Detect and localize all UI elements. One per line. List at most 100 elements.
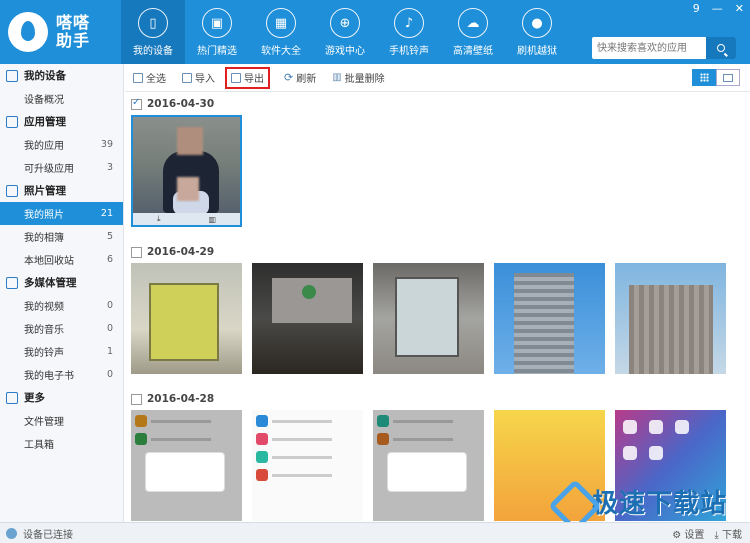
photo-toolbar: 全选 导入 导出 ⟳ 刷新 ▥ 批量删除: [125, 64, 750, 92]
nav-games[interactable]: ⊕ 游戏中心: [313, 0, 377, 64]
bell-icon: ♪: [394, 8, 424, 38]
nav-featured[interactable]: ▣ 热门精选: [185, 0, 249, 64]
sidebar-item-upgradable-apps[interactable]: 可升级应用 3: [0, 156, 123, 179]
notification-badge[interactable]: 9: [693, 2, 700, 15]
date-group-header: 2016-04-28: [125, 388, 738, 410]
watermark-logo-icon: [552, 483, 588, 519]
nav-my-device[interactable]: ▯ 我的设备: [121, 0, 185, 64]
watermark-text: 极速下载站: [592, 488, 728, 519]
search-icon: [717, 44, 725, 52]
nav-label: 软件大全: [261, 46, 301, 57]
photo-thumbnail[interactable]: ⤓ ▥: [131, 115, 242, 227]
apple-icon: ●: [522, 8, 552, 38]
nav-label: 手机铃声: [389, 46, 429, 57]
apps-icon: [6, 115, 18, 128]
status-bar: 设备已连接 ⚙ 设置 ⤓ 下载: [0, 522, 750, 543]
photo-content: 2016-04-30 ⤓ ▥ 2016-04-29 2016-04-28: [125, 93, 738, 522]
grid-icon: [699, 73, 709, 82]
sidebar-section-photos[interactable]: 照片管理: [0, 179, 123, 202]
grid-view-button[interactable]: [692, 69, 716, 86]
sidebar-item-my-photos[interactable]: 我的照片 21: [0, 202, 123, 225]
sidebar-item-my-ebooks[interactable]: 我的电子书 0: [0, 363, 123, 386]
photo-thumbnail[interactable]: [252, 410, 363, 521]
connection-icon: [6, 527, 17, 539]
export-button[interactable]: 导出: [225, 66, 270, 89]
photo-thumbnail[interactable]: [494, 263, 605, 374]
sidebar-item-my-music[interactable]: 我的音乐 0: [0, 317, 123, 340]
minimize-button[interactable]: —: [712, 2, 723, 15]
nav-jailbreak[interactable]: ● 刷机越狱: [505, 0, 569, 64]
window-controls: 9 — ✕: [693, 2, 744, 15]
sidebar-section-device[interactable]: 我的设备: [0, 64, 123, 87]
export-icon: [231, 72, 241, 83]
search-button[interactable]: [706, 37, 736, 59]
stack-icon: [723, 73, 733, 82]
download-icon: ⤓: [714, 529, 719, 541]
sidebar-item-my-ringtones[interactable]: 我的铃声 1: [0, 340, 123, 363]
checkbox-icon: [133, 72, 143, 83]
wallpaper-icon: ☁: [458, 8, 488, 38]
gamepad-icon: ⊕: [330, 8, 360, 38]
droplet-icon: [8, 12, 48, 52]
phone-icon: [6, 69, 18, 82]
sidebar-item-toolbox[interactable]: 工具箱: [0, 432, 123, 455]
settings-button[interactable]: ⚙ 设置: [672, 526, 704, 541]
search-input[interactable]: [592, 37, 706, 59]
app-name: 嗒嗒助手: [56, 13, 91, 50]
thumbnail-actions: ⤓ ▥: [133, 213, 240, 225]
view-toggle: [692, 69, 740, 86]
download-icon[interactable]: ⤓: [157, 214, 161, 224]
app-header: 嗒嗒助手 ▯ 我的设备 ▣ 热门精选 ▦ 软件大全 ⊕ 游戏中心 ♪ 手机铃声 …: [0, 0, 750, 64]
sidebar-section-apps[interactable]: 应用管理: [0, 110, 123, 133]
sidebar-item-my-albums[interactable]: 我的相簿 5: [0, 225, 123, 248]
nav-label: 游戏中心: [325, 46, 365, 57]
list-icon: [6, 391, 18, 404]
trash-icon: ▥: [332, 72, 342, 83]
batch-delete-button[interactable]: ▥ 批量删除: [330, 68, 386, 88]
photo-thumbnail[interactable]: [131, 410, 242, 521]
photo-row: ⤓ ▥: [125, 115, 738, 227]
group-checkbox[interactable]: [131, 246, 142, 258]
refresh-button[interactable]: ⟳ 刷新: [282, 68, 318, 88]
media-icon: [6, 276, 18, 289]
sidebar-item-file-manager[interactable]: 文件管理: [0, 409, 123, 432]
date-group-header: 2016-04-29: [125, 241, 738, 263]
import-icon: [182, 72, 192, 83]
watermark: 极速下载站: [552, 481, 742, 521]
import-button[interactable]: 导入: [180, 68, 217, 88]
gear-icon: ⚙: [672, 529, 682, 541]
album-view-button[interactable]: [716, 69, 740, 86]
connection-status: 设备已连接: [23, 529, 73, 541]
photo-thumbnail[interactable]: [131, 263, 242, 374]
sidebar-section-more[interactable]: 更多: [0, 386, 123, 409]
status-actions: ⚙ 设置 ⤓ 下载: [672, 526, 750, 541]
sidebar-item-my-apps[interactable]: 我的应用 39: [0, 133, 123, 156]
group-checkbox[interactable]: [131, 97, 142, 110]
date-group-header: 2016-04-30: [125, 93, 738, 115]
download-button[interactable]: ⤓ 下载: [714, 526, 742, 541]
main-nav: ▯ 我的设备 ▣ 热门精选 ▦ 软件大全 ⊕ 游戏中心 ♪ 手机铃声 ☁ 高清壁…: [121, 0, 569, 64]
nav-label: 热门精选: [197, 46, 237, 57]
nav-label: 刷机越狱: [517, 46, 557, 57]
sidebar-item-recycle-bin[interactable]: 本地回收站 6: [0, 248, 123, 271]
app-logo: 嗒嗒助手: [8, 10, 116, 54]
image-icon: [6, 184, 18, 197]
photo-thumbnail[interactable]: [373, 263, 484, 374]
nav-wallpapers[interactable]: ☁ 高清壁纸: [441, 0, 505, 64]
refresh-icon: ⟳: [284, 71, 294, 84]
photo-thumbnail[interactable]: [252, 263, 363, 374]
sidebar: 我的设备 设备概况 应用管理 我的应用 39 可升级应用 3 照片管理 我的照片 21…: [0, 64, 124, 522]
trash-icon[interactable]: ▥: [208, 215, 216, 224]
photo-thumbnail[interactable]: [373, 410, 484, 521]
close-button[interactable]: ✕: [735, 2, 744, 15]
gift-icon: ▣: [202, 8, 232, 38]
group-checkbox[interactable]: [131, 393, 142, 405]
photo-thumbnail[interactable]: [615, 263, 726, 374]
grid-icon: ▦: [266, 8, 296, 38]
sidebar-section-media[interactable]: 多媒体管理: [0, 271, 123, 294]
sidebar-item-my-videos[interactable]: 我的视频 0: [0, 294, 123, 317]
nav-software[interactable]: ▦ 软件大全: [249, 0, 313, 64]
select-all-button[interactable]: 全选: [131, 68, 168, 88]
nav-ringtones[interactable]: ♪ 手机铃声: [377, 0, 441, 64]
sidebar-item-device-overview[interactable]: 设备概况: [0, 87, 123, 110]
